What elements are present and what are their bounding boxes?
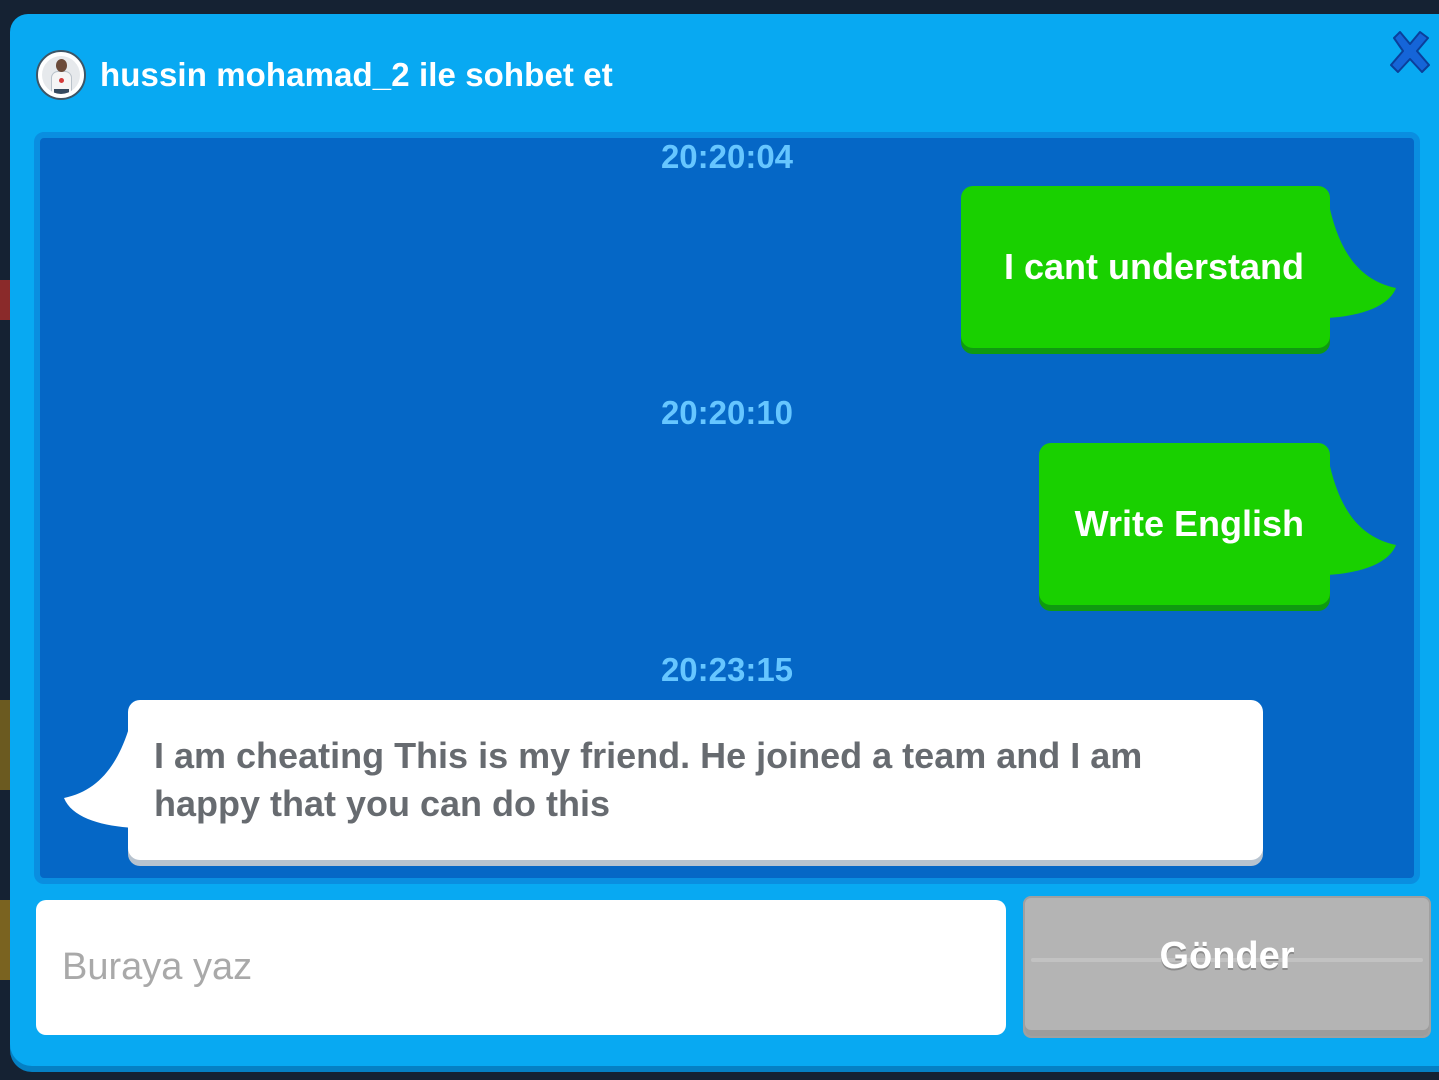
close-button[interactable]: [1386, 28, 1434, 76]
message-input[interactable]: [36, 900, 1006, 1035]
message-bubble-sent: Write English: [1039, 443, 1330, 605]
message-bubble-received: I am cheating This is my friend. He join…: [128, 700, 1263, 860]
send-button-label: Gönder: [1159, 934, 1295, 977]
close-x-icon: [1390, 31, 1430, 73]
chat-dialog: hussin mohamad_2 ile sohbet et 20:20:04 …: [10, 14, 1439, 1066]
user-avatar[interactable]: [36, 50, 86, 100]
message-list[interactable]: 20:20:04 I cant understand 20:20:10 Writ…: [34, 132, 1420, 884]
message-timestamp: 20:20:10: [660, 394, 794, 431]
chat-title: hussin mohamad_2 ile sohbet et: [100, 56, 613, 93]
send-button[interactable]: Gönder: [1023, 896, 1431, 1038]
message-text: Write English: [1074, 503, 1304, 544]
bubble-tail: [1328, 457, 1396, 575]
message-bubble-sent: I cant understand: [961, 186, 1330, 348]
chat-header: hussin mohamad_2 ile sohbet et: [36, 48, 613, 102]
bubble-tail: [1328, 200, 1396, 318]
message-text: I am cheating This is my friend. He join…: [154, 735, 1143, 824]
message-timestamp: 20:20:04: [660, 138, 794, 175]
message-text: I cant understand: [1003, 246, 1304, 287]
bubble-tail: [64, 710, 134, 828]
message-timestamp: 20:23:15: [660, 651, 794, 688]
